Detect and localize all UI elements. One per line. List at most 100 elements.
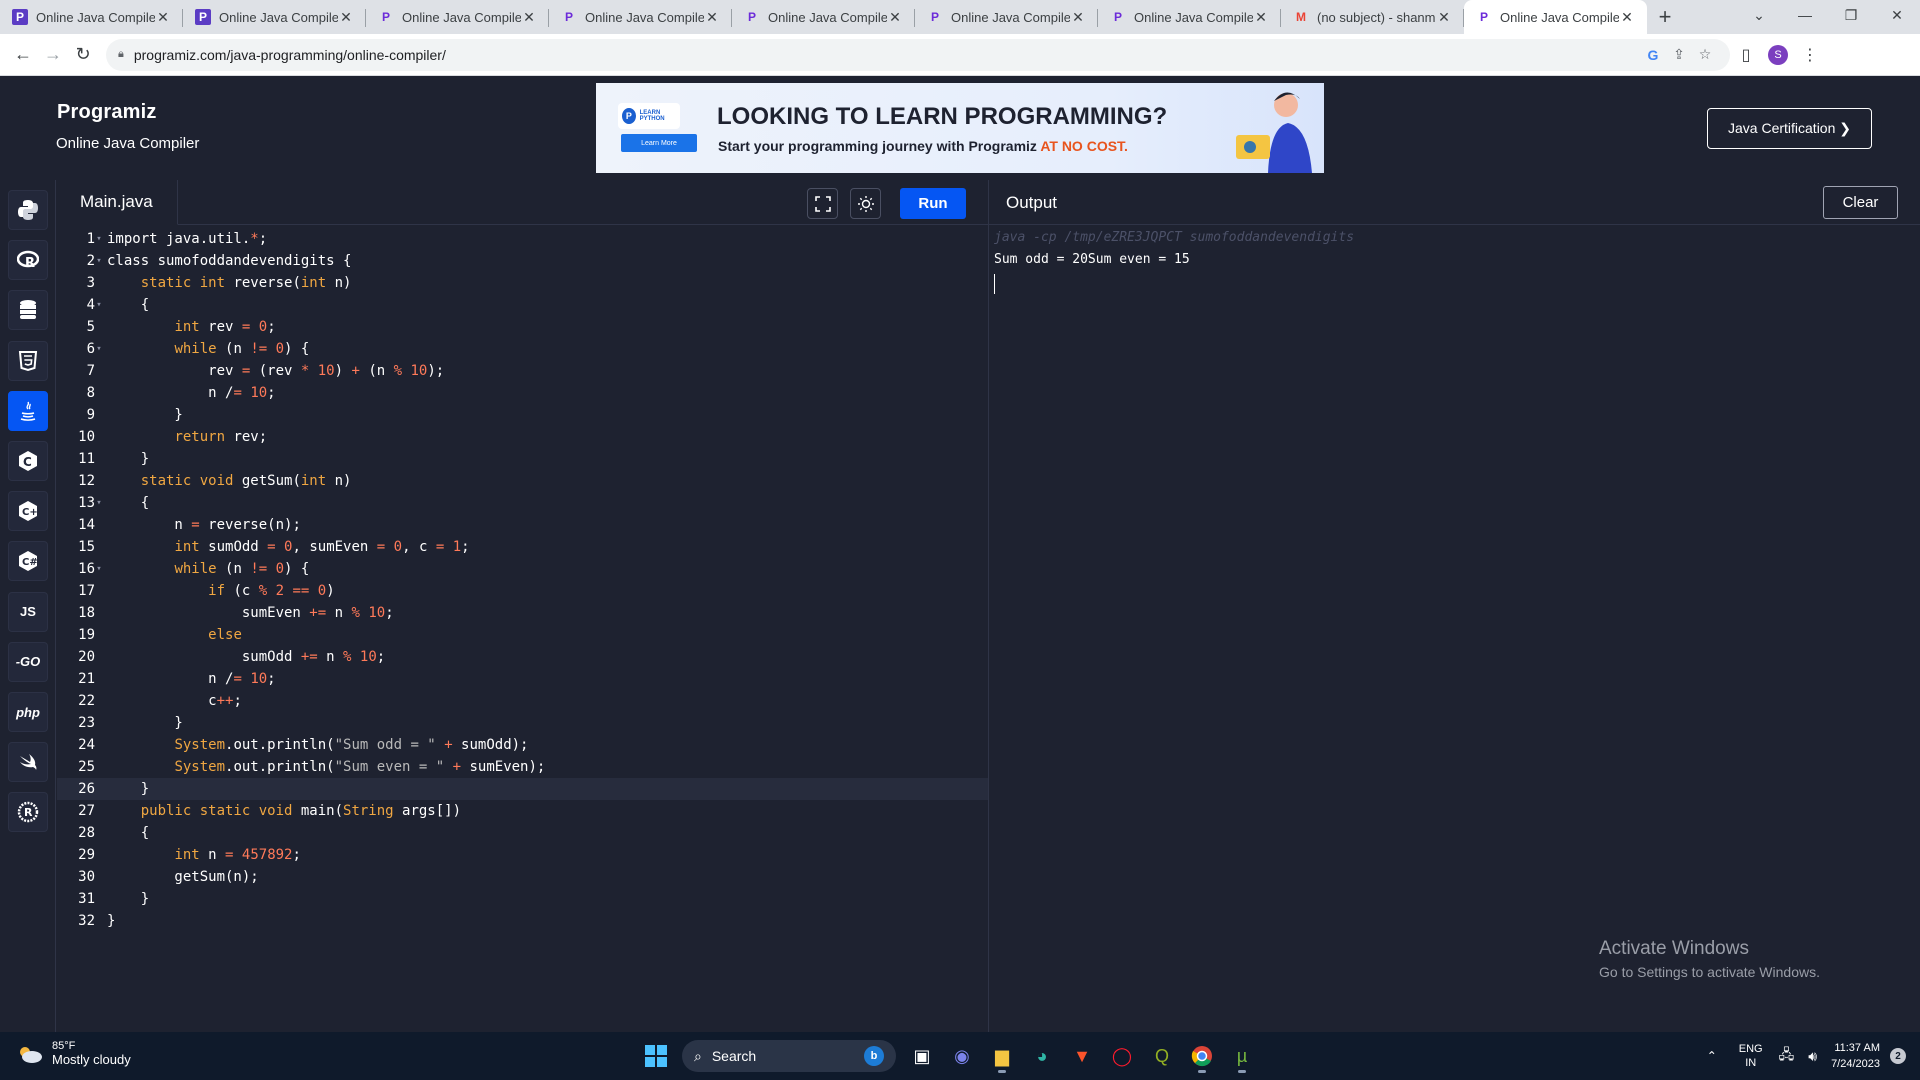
- run-button[interactable]: Run: [900, 188, 966, 219]
- close-tab-icon[interactable]: ✕: [1619, 9, 1635, 26]
- windows-start-icon[interactable]: [636, 1038, 676, 1074]
- code-line[interactable]: 26 }: [57, 778, 988, 800]
- sidebar-item-csharp[interactable]: C#: [8, 541, 48, 582]
- profile-button[interactable]: S: [1762, 39, 1794, 71]
- code-line[interactable]: 11 }: [57, 448, 988, 470]
- sidebar-item-swift[interactable]: [8, 742, 48, 783]
- code-line[interactable]: 10 return rev;: [57, 426, 988, 448]
- close-tab-icon[interactable]: ✕: [1436, 9, 1452, 26]
- bookmark-star-icon[interactable]: ☆: [1692, 46, 1718, 63]
- brave-icon[interactable]: ▼: [1062, 1038, 1102, 1074]
- side-panel-icon[interactable]: ▯: [1730, 39, 1762, 71]
- restore-button[interactable]: ❐: [1828, 0, 1874, 30]
- sidebar-item-html[interactable]: [8, 340, 48, 381]
- clear-button[interactable]: Clear: [1823, 186, 1898, 219]
- network-icon[interactable]: 🖧︎: [1779, 1044, 1795, 1068]
- utorrent-icon[interactable]: µ: [1222, 1038, 1262, 1074]
- close-tab-icon[interactable]: ✕: [521, 9, 537, 26]
- browser-tab[interactable]: P Online Java Compiler ✕: [549, 0, 732, 34]
- code-area[interactable]: 1 ▾ import java.util.*; 2 ▾ class sumofoddand…: [57, 228, 988, 932]
- weather-widget[interactable]: 85°F Mostly cloudy: [16, 1040, 131, 1067]
- terminal-caret[interactable]: [994, 274, 995, 294]
- browser-menu-icon[interactable]: ⋮: [1794, 39, 1826, 71]
- close-tab-icon[interactable]: ✕: [704, 9, 720, 26]
- code-line[interactable]: 21 n /= 10;: [57, 668, 988, 690]
- code-line[interactable]: 16 ▾ while (n != 0) {: [57, 558, 988, 580]
- sidebar-item-java[interactable]: [8, 390, 48, 431]
- fold-marker-icon[interactable]: ▾: [95, 492, 103, 514]
- code-line[interactable]: 13 ▾ {: [57, 492, 988, 514]
- code-line[interactable]: 30 getSum(n);: [57, 866, 988, 888]
- code-line[interactable]: 28 {: [57, 822, 988, 844]
- input-language-indicator[interactable]: ENG IN: [1739, 1042, 1763, 1070]
- code-line[interactable]: 32}: [57, 910, 988, 932]
- browser-tab[interactable]: P Online Java Compiler ✕: [0, 0, 183, 34]
- fold-marker-icon[interactable]: ▾: [95, 250, 103, 272]
- code-line[interactable]: 2 ▾ class sumofoddandevendigits {: [57, 250, 988, 272]
- volume-icon[interactable]: 🔊︎: [1808, 1048, 1817, 1065]
- share-icon[interactable]: ⇪: [1666, 46, 1692, 63]
- new-tab-button[interactable]: +: [1647, 0, 1683, 34]
- code-line[interactable]: 24 System.out.println("Sum odd = " + sum…: [57, 734, 988, 756]
- qgis-icon[interactable]: Q: [1142, 1038, 1182, 1074]
- url-text[interactable]: programiz.com/java-programming/online-co…: [134, 47, 1640, 63]
- code-line[interactable]: 6 ▾ while (n != 0) {: [57, 338, 988, 360]
- sidebar-item-rust[interactable]: R: [8, 792, 48, 833]
- fold-marker-icon[interactable]: ▾: [95, 294, 103, 316]
- code-line[interactable]: 25 System.out.println("Sum even = " + su…: [57, 756, 988, 778]
- sidebar-item-go[interactable]: -GO: [8, 641, 48, 682]
- code-line[interactable]: 3 static int reverse(int n): [57, 272, 988, 294]
- file-explorer-icon[interactable]: ▆: [982, 1038, 1022, 1074]
- taskbar-clock[interactable]: 11:37 AM 7/24/2023: [1831, 1040, 1880, 1072]
- code-line[interactable]: 19 else: [57, 624, 988, 646]
- taskbar-search[interactable]: ⌕ Search b: [682, 1040, 896, 1072]
- notification-badge[interactable]: 2: [1890, 1048, 1906, 1064]
- sidebar-item-javascript[interactable]: JS: [8, 591, 48, 632]
- java-certification-button[interactable]: Java Certification ❯: [1707, 108, 1872, 149]
- code-line[interactable]: 17 if (c % 2 == 0): [57, 580, 988, 602]
- chrome-icon[interactable]: [1182, 1038, 1222, 1074]
- opera-icon[interactable]: ◯: [1102, 1038, 1142, 1074]
- code-line[interactable]: 4 ▾ {: [57, 294, 988, 316]
- close-tab-icon[interactable]: ✕: [1253, 9, 1269, 26]
- google-lens-icon[interactable]: G: [1640, 47, 1666, 63]
- code-line[interactable]: 7 rev = (rev * 10) + (n % 10);: [57, 360, 988, 382]
- code-line[interactable]: 22 c++;: [57, 690, 988, 712]
- code-line[interactable]: 31 }: [57, 888, 988, 910]
- code-line[interactable]: 14 n = reverse(n);: [57, 514, 988, 536]
- code-line[interactable]: 23 }: [57, 712, 988, 734]
- code-line[interactable]: 1 ▾ import java.util.*;: [57, 228, 988, 250]
- close-tab-icon[interactable]: ✕: [155, 9, 171, 26]
- sidebar-item-sql[interactable]: [8, 290, 48, 331]
- fold-marker-icon[interactable]: ▾: [95, 338, 103, 360]
- fullscreen-button[interactable]: [807, 188, 838, 219]
- code-line[interactable]: 18 sumEven += n % 10;: [57, 602, 988, 624]
- close-window-button[interactable]: ✕: [1874, 0, 1920, 30]
- code-line[interactable]: 27 public static void main(String args[]…: [57, 800, 988, 822]
- forward-button[interactable]: →: [38, 40, 68, 70]
- close-tab-icon[interactable]: ✕: [1070, 9, 1086, 26]
- browser-tab[interactable]: P Online Java Compiler ✕: [732, 0, 915, 34]
- fold-marker-icon[interactable]: ▾: [95, 228, 103, 250]
- close-tab-icon[interactable]: ✕: [887, 9, 903, 26]
- address-bar[interactable]: 🔒︎ programiz.com/java-programming/online…: [106, 38, 1730, 71]
- show-hidden-icons-chevron-icon[interactable]: ⌃: [1707, 1049, 1717, 1063]
- code-line[interactable]: 15 int sumOdd = 0, sumEven = 0, c = 1;: [57, 536, 988, 558]
- sidebar-item-r[interactable]: R: [8, 240, 48, 281]
- browser-tab[interactable]: P Online Java Compiler ✕: [915, 0, 1098, 34]
- browser-tab[interactable]: M (no subject) - shanmu ✕: [1281, 0, 1464, 34]
- file-tab-main-java[interactable]: Main.java: [57, 180, 178, 225]
- browser-tab[interactable]: P Online Java Compiler ✕: [1098, 0, 1281, 34]
- code-line[interactable]: 20 sumOdd += n % 10;: [57, 646, 988, 668]
- back-button[interactable]: ←: [8, 40, 38, 70]
- reload-button[interactable]: ↻: [68, 40, 98, 70]
- browser-tab[interactable]: P Online Java Compiler ✕: [1464, 0, 1647, 34]
- fold-marker-icon[interactable]: ▾: [95, 558, 103, 580]
- edge-icon[interactable]: ◕: [1022, 1038, 1062, 1074]
- sidebar-item-python[interactable]: [8, 190, 48, 230]
- sidebar-item-c[interactable]: C: [8, 441, 48, 481]
- code-line[interactable]: 29 int n = 457892;: [57, 844, 988, 866]
- bing-icon[interactable]: b: [864, 1046, 884, 1066]
- minimize-button[interactable]: —: [1782, 0, 1828, 30]
- code-line[interactable]: 9 }: [57, 404, 988, 426]
